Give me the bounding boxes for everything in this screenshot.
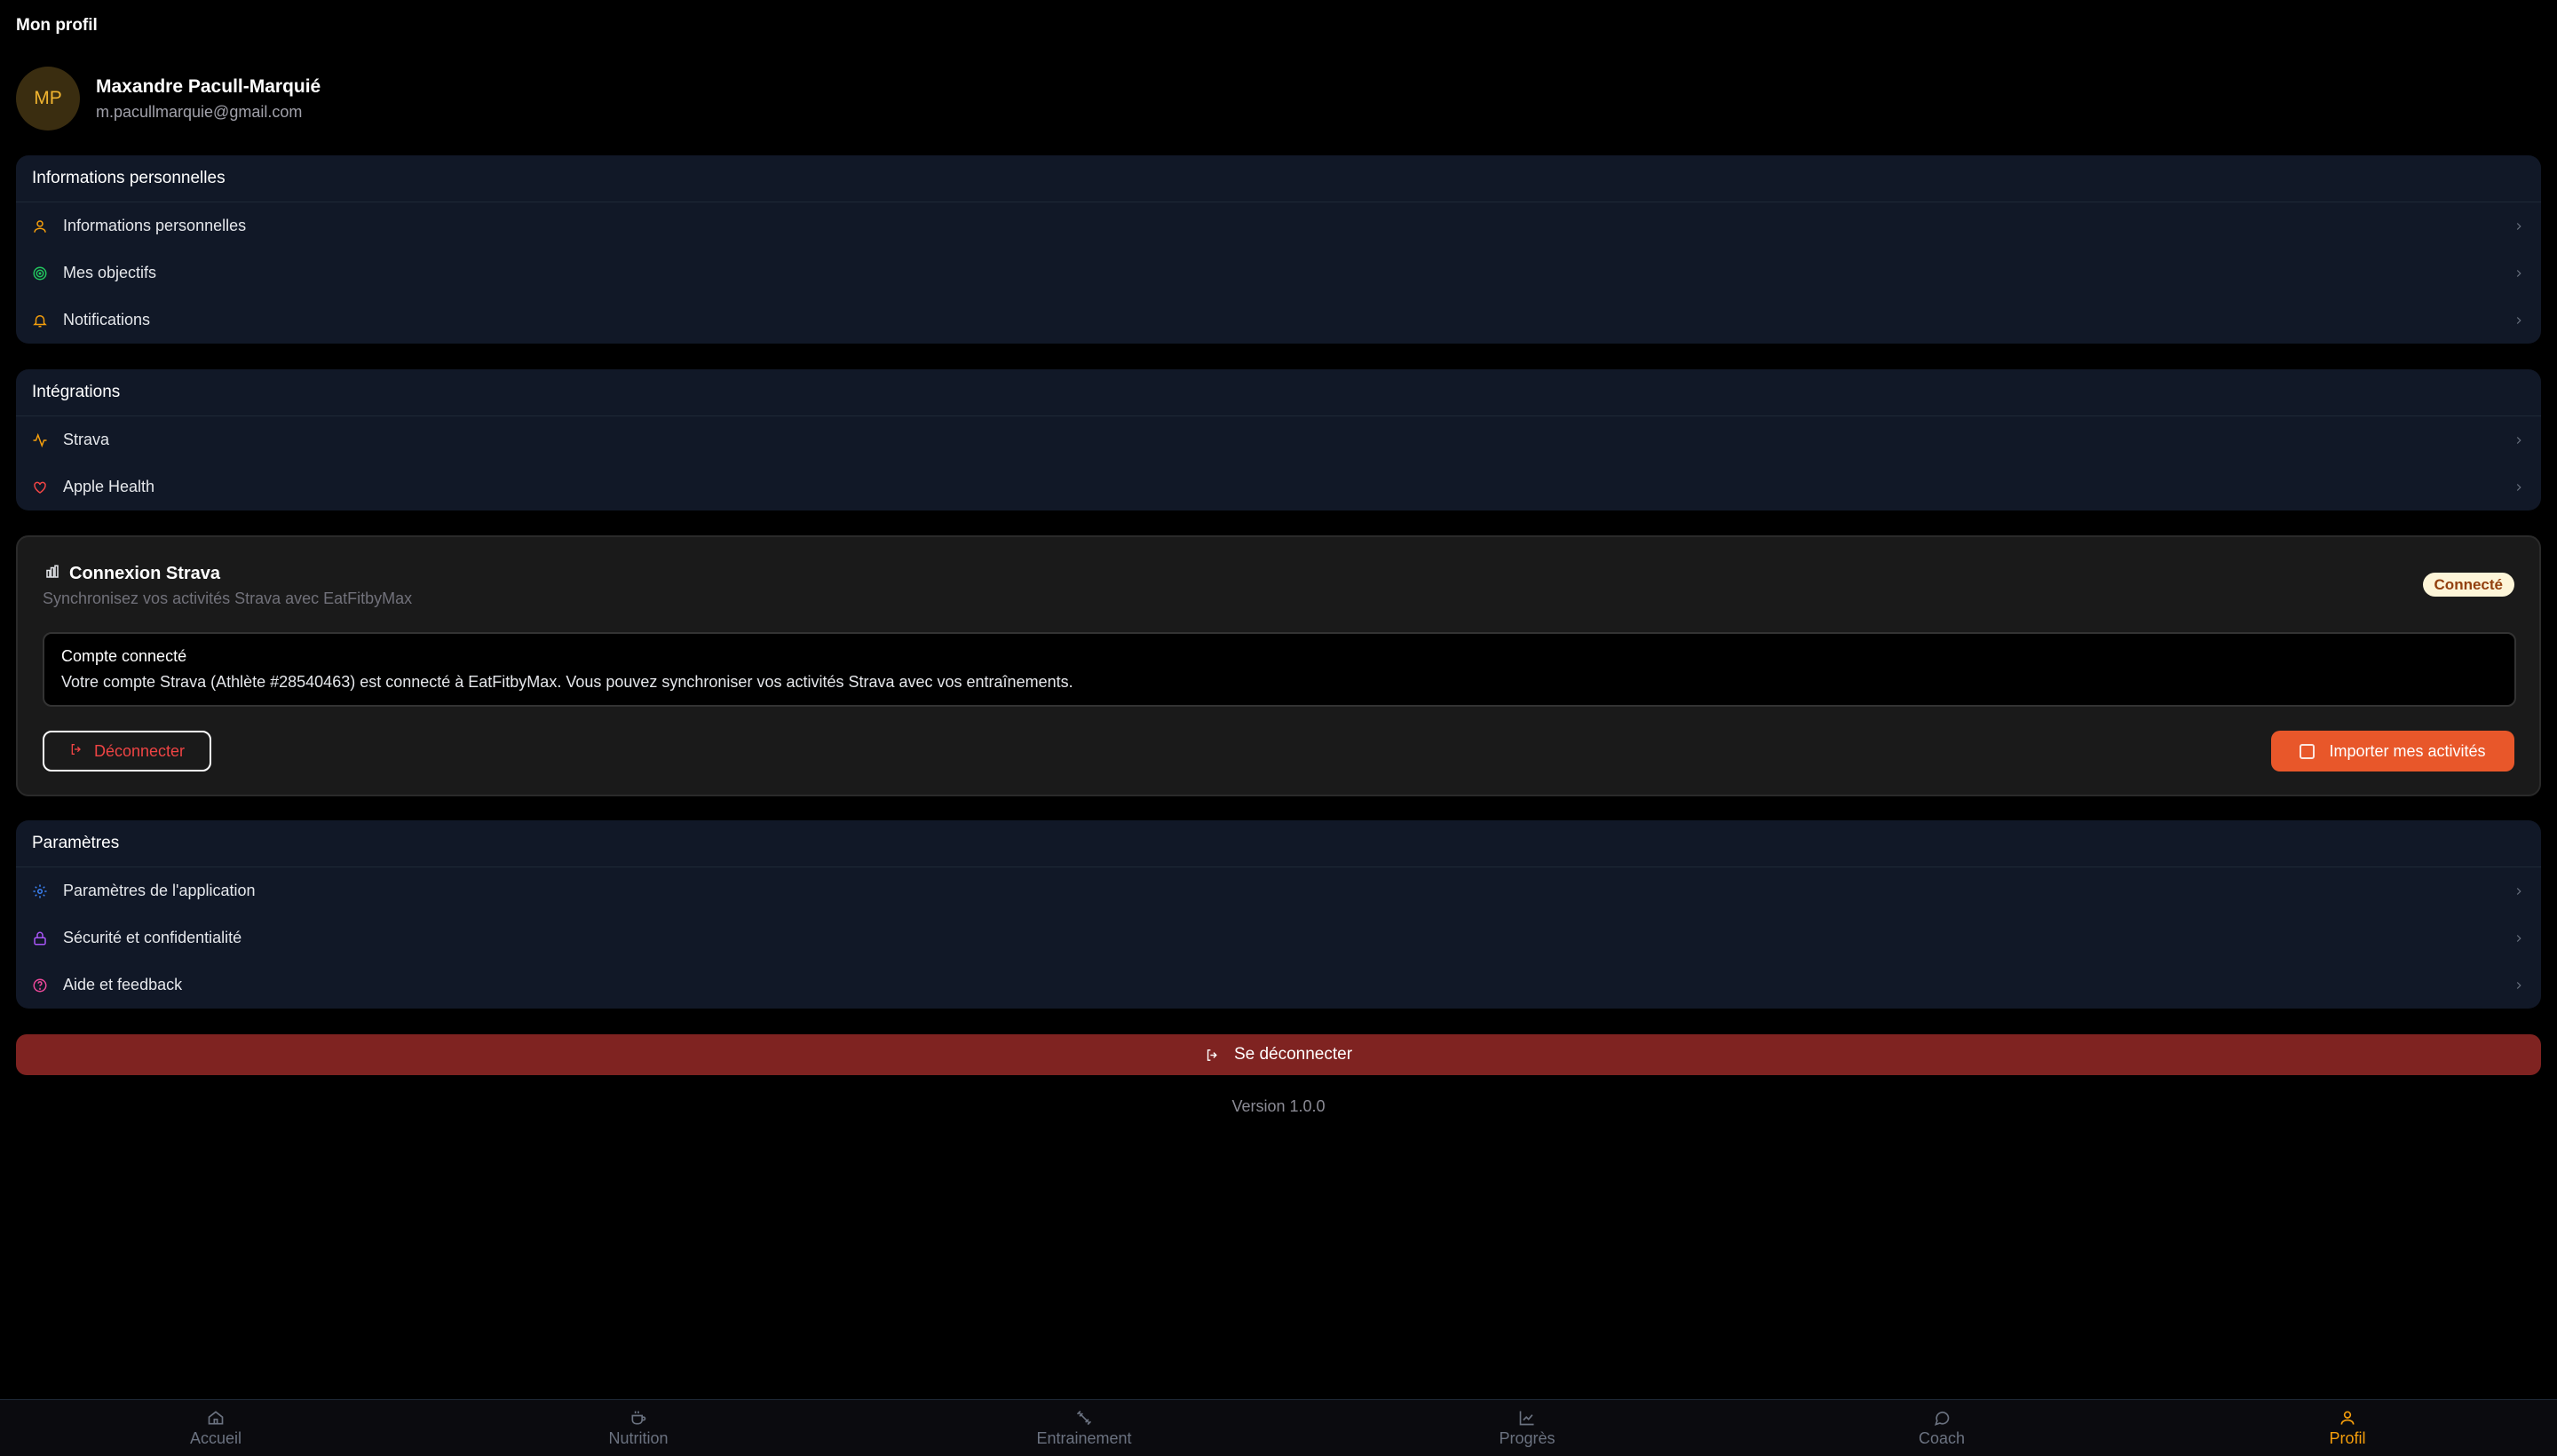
avatar: MP — [16, 67, 80, 131]
help-circle-icon — [32, 977, 48, 993]
heart-icon — [32, 479, 48, 495]
nav-label: Entrainement — [1036, 1429, 1132, 1447]
nav-label: Nutrition — [608, 1429, 669, 1447]
alert-title: Compte connecté — [61, 647, 187, 665]
nav-item-progres[interactable]: Progrès — [1438, 1409, 1616, 1448]
logout-icon — [1205, 1048, 1220, 1063]
profile-email: m.pacullmarquie@gmail.com — [96, 102, 303, 121]
chevron-right-icon — [2516, 981, 2521, 989]
chevron-right-icon — [2516, 222, 2521, 230]
logout-icon — [69, 742, 83, 761]
chevron-right-icon — [2516, 316, 2521, 324]
activity-icon — [32, 432, 48, 448]
chart-icon — [1518, 1409, 1536, 1427]
nav-item-profil[interactable]: Profil — [2259, 1409, 2436, 1448]
profile-page: Mon profil MP Maxandre Pacull-Marquié m.… — [0, 0, 2557, 1456]
disconnect-strava-button[interactable]: Déconnecter — [43, 731, 211, 772]
lock-icon — [32, 930, 48, 946]
nav-label: Coach — [1918, 1429, 1966, 1447]
target-icon — [32, 265, 48, 281]
connected-account-alert: Compte connecté Votre compte Strava (Ath… — [43, 632, 2516, 707]
bottom-nav: Accueil Nutrition Entrainement Progrès C… — [0, 1399, 2557, 1456]
chevron-right-icon — [2516, 887, 2521, 895]
status-badge: Connecté — [2422, 573, 2514, 597]
page-title: Mon profil — [16, 16, 98, 35]
menu-item-label: Sécurité et confidentialité — [63, 929, 242, 946]
bell-icon — [32, 313, 48, 328]
personal-info-card: Informations personnelles Informations p… — [16, 155, 2541, 344]
logout-label: Se déconnecter — [1233, 1045, 1353, 1064]
settings-card: Paramètres Paramètres de l'application S… — [16, 820, 2541, 1009]
import-activities-button[interactable]: Importer mes activités — [2271, 731, 2514, 772]
chevron-right-icon — [2516, 269, 2521, 277]
import-label: Importer mes activités — [2329, 741, 2486, 760]
menu-item-label: Notifications — [63, 311, 151, 328]
menu-item-label: Apple Health — [63, 478, 155, 495]
app-version: Version 1.0.0 — [1231, 1097, 1326, 1115]
profile-summary: MP Maxandre Pacull-Marquié m.pacullmarqu… — [16, 67, 321, 131]
menu-item-strava[interactable]: Strava — [16, 416, 2541, 463]
import-icon — [2300, 743, 2316, 759]
nav-item-nutrition[interactable]: Nutrition — [550, 1409, 727, 1448]
home-icon — [207, 1409, 225, 1427]
user-icon — [32, 218, 48, 234]
gear-icon — [32, 883, 48, 899]
menu-item-notifications[interactable]: Notifications — [16, 297, 2541, 344]
nav-label: Accueil — [189, 1429, 242, 1447]
cup-icon — [629, 1409, 647, 1427]
chevron-right-icon — [2516, 483, 2521, 491]
strava-connection-card: Connexion Strava Synchronisez vos activi… — [16, 535, 2541, 796]
nav-item-coach[interactable]: Coach — [1853, 1409, 2031, 1448]
menu-item-label: Strava — [63, 431, 110, 448]
alert-body: Votre compte Strava (Athlète #28540463) … — [61, 673, 1073, 691]
personal-info-header: Informations personnelles — [16, 155, 2541, 202]
profile-name: Maxandre Pacull-Marquié — [96, 75, 321, 97]
menu-item-app-settings[interactable]: Paramètres de l'application — [16, 867, 2541, 914]
menu-item-personal-info[interactable]: Informations personnelles — [16, 202, 2541, 249]
integrations-card: Intégrations Strava Apple Health — [16, 369, 2541, 510]
nav-label: Profil — [2329, 1429, 2366, 1447]
nav-item-entrainement[interactable]: Entrainement — [995, 1409, 1173, 1448]
menu-item-label: Informations personnelles — [63, 217, 247, 234]
nav-item-accueil[interactable]: Accueil — [127, 1409, 305, 1448]
strava-logo-icon — [44, 564, 60, 584]
nav-label: Progrès — [1499, 1429, 1556, 1447]
menu-item-objectives[interactable]: Mes objectifs — [16, 249, 2541, 297]
user-icon — [2339, 1409, 2356, 1427]
menu-item-label: Aide et feedback — [63, 976, 183, 993]
chevron-right-icon — [2516, 934, 2521, 942]
strava-card-subtitle: Synchronisez vos activités Strava avec E… — [43, 590, 413, 607]
dumbbell-icon — [1075, 1409, 1093, 1427]
message-icon — [1933, 1409, 1951, 1427]
logout-button[interactable]: Se déconnecter — [16, 1034, 2541, 1075]
strava-card-title: Connexion Strava — [69, 564, 221, 583]
menu-item-help[interactable]: Aide et feedback — [16, 961, 2541, 1009]
integrations-header: Intégrations — [16, 369, 2541, 416]
menu-item-apple-health[interactable]: Apple Health — [16, 463, 2541, 510]
settings-header: Paramètres — [16, 820, 2541, 867]
menu-item-security[interactable]: Sécurité et confidentialité — [16, 914, 2541, 961]
menu-item-label: Mes objectifs — [63, 264, 157, 281]
disconnect-label: Déconnecter — [93, 741, 186, 760]
chevron-right-icon — [2516, 436, 2521, 444]
menu-item-label: Paramètres de l'application — [63, 882, 256, 899]
